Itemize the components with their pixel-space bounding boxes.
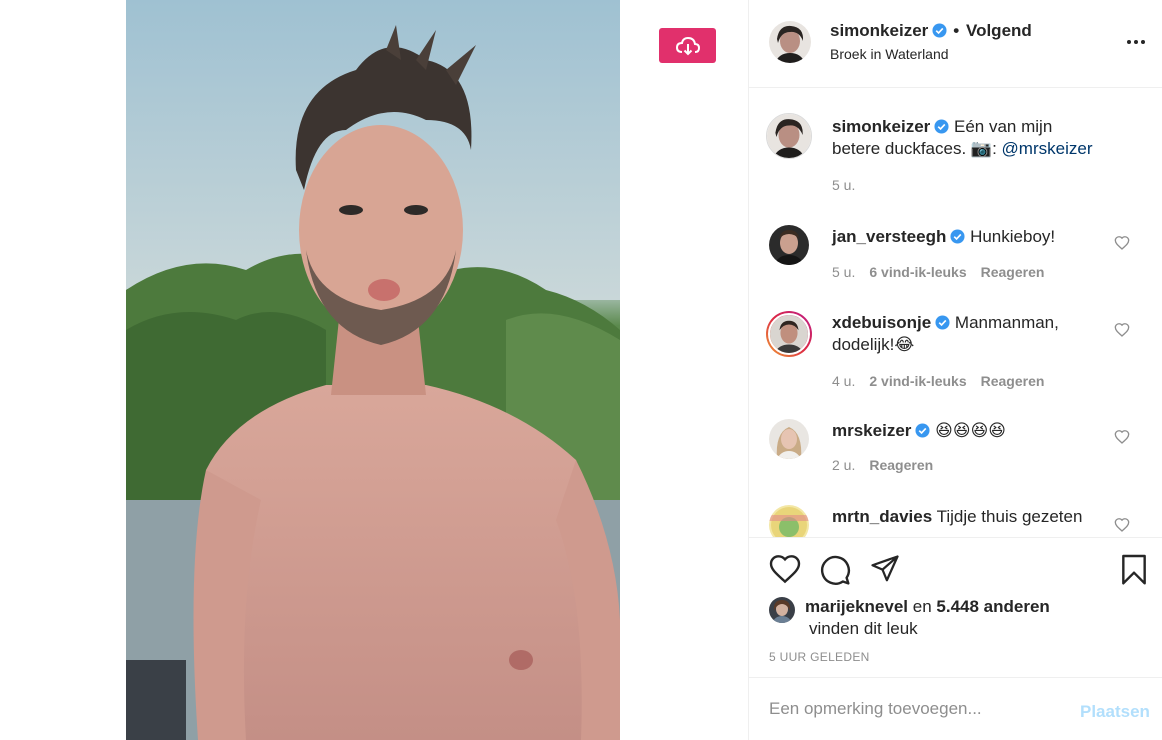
- verified-icon: [935, 315, 950, 330]
- post-panel: simonkeizer • Volgend Broek in Waterland …: [748, 0, 1162, 740]
- caption-avatar[interactable]: [766, 113, 812, 159]
- heart-icon[interactable]: [769, 554, 801, 584]
- verified-icon: [915, 423, 930, 438]
- likes-others-link[interactable]: 5.448 anderen: [936, 597, 1049, 616]
- caption-time[interactable]: 5 u.: [832, 177, 855, 193]
- comment-likes[interactable]: 2 vind-ik-leuks: [869, 373, 966, 389]
- caption-text: simonkeizer Eén van mijn betere duckface…: [832, 116, 1100, 160]
- comment-meta: 5 u. 6 vind-ik-leuks Reageren: [832, 264, 1058, 280]
- comment-username[interactable]: xdebuisonje: [832, 313, 931, 332]
- add-comment-section: Plaatsen: [749, 677, 1162, 740]
- post-timestamp[interactable]: 5 UUR GELEDEN: [769, 650, 870, 664]
- avatar-image: [767, 114, 811, 158]
- comment-meta: 4 u. 2 vind-ik-leuks Reageren: [832, 373, 1058, 389]
- verified-icon: [934, 119, 949, 134]
- avatar-image: [769, 505, 809, 537]
- comment-avatar[interactable]: [769, 225, 809, 265]
- heart-icon[interactable]: [1114, 235, 1130, 251]
- comment-text: mrskeizer 😆😆😆😆: [832, 420, 1100, 442]
- comment-username[interactable]: mrtn_davies: [832, 507, 932, 526]
- post-header: simonkeizer • Volgend Broek in Waterland: [749, 0, 1162, 88]
- avatar-image: [769, 225, 809, 265]
- comment-input[interactable]: [769, 696, 1059, 722]
- follow-status-button[interactable]: Volgend: [966, 21, 1032, 41]
- reply-button[interactable]: Reageren: [981, 373, 1045, 389]
- post-comment-button[interactable]: Plaatsen: [1080, 702, 1150, 722]
- avatar-image: [769, 21, 811, 63]
- likes-suffix: vinden dit leuk: [809, 619, 918, 638]
- heart-icon[interactable]: [1114, 429, 1130, 445]
- author-username[interactable]: simonkeizer •: [830, 21, 959, 41]
- comments-list[interactable]: simonkeizer Eén van mijn betere duckface…: [749, 89, 1162, 537]
- comment-body: Tijdje thuis gezeten: [936, 507, 1083, 526]
- avatar-image: [769, 419, 809, 459]
- comment-body: Hunkieboy!: [970, 227, 1056, 246]
- share-icon[interactable]: [869, 554, 901, 584]
- comment-text: mrtn_davies Tijdje thuis gezeten: [832, 506, 1100, 528]
- likes-connector: en: [912, 597, 932, 616]
- caption-meta: 5 u.: [832, 177, 869, 193]
- post-location[interactable]: Broek in Waterland: [830, 46, 949, 62]
- comment-likes[interactable]: 6 vind-ik-leuks: [869, 264, 966, 280]
- caption-mention[interactable]: @mrskeizer: [1002, 139, 1093, 158]
- verified-icon: [932, 23, 947, 38]
- photo-illustration: [126, 0, 620, 740]
- author-avatar[interactable]: [769, 21, 811, 63]
- comment-icon[interactable]: [819, 554, 851, 586]
- download-button[interactable]: [659, 28, 716, 63]
- comment-body: 😆😆😆😆: [935, 421, 1007, 440]
- liker-username[interactable]: marijeknevel: [805, 597, 908, 616]
- likes-line: marijeknevel en 5.448 anderen: [805, 597, 1050, 617]
- comment-avatar: [768, 313, 810, 355]
- avatar-image: [770, 315, 808, 353]
- reply-button[interactable]: Reageren: [981, 264, 1045, 280]
- bookmark-icon[interactable]: [1119, 554, 1149, 586]
- reply-button[interactable]: Reageren: [869, 457, 933, 473]
- media-area: [0, 0, 748, 740]
- comment-meta: 2 u. Reageren: [832, 457, 947, 473]
- separator-dot: •: [953, 21, 960, 40]
- comment-text: xdebuisonje Manmanman, dodelijk!😂: [832, 312, 1100, 356]
- comment-avatar[interactable]: [769, 419, 809, 459]
- comment-time[interactable]: 5 u.: [832, 264, 855, 280]
- comment-username[interactable]: jan_versteegh: [832, 227, 946, 246]
- avatar-image: [769, 597, 795, 623]
- post-actions: marijeknevel en 5.448 anderen vinden dit…: [749, 537, 1162, 677]
- comment-time[interactable]: 2 u.: [832, 457, 855, 473]
- author-username-text[interactable]: simonkeizer: [830, 21, 928, 40]
- post-photo[interactable]: [126, 0, 620, 740]
- heart-icon[interactable]: [1114, 322, 1130, 338]
- comment-text: jan_versteegh Hunkieboy!: [832, 226, 1100, 248]
- verified-icon: [950, 229, 965, 244]
- caption-username[interactable]: simonkeizer: [832, 117, 930, 136]
- more-icon[interactable]: [1125, 32, 1147, 52]
- heart-icon[interactable]: [1114, 517, 1130, 533]
- liker-avatar[interactable]: [769, 597, 795, 623]
- comment-avatar-story-ring[interactable]: [766, 311, 812, 357]
- comment-username[interactable]: mrskeizer: [832, 421, 911, 440]
- comment-time[interactable]: 4 u.: [832, 373, 855, 389]
- download-icon: [675, 36, 700, 55]
- comment-avatar[interactable]: [769, 505, 809, 537]
